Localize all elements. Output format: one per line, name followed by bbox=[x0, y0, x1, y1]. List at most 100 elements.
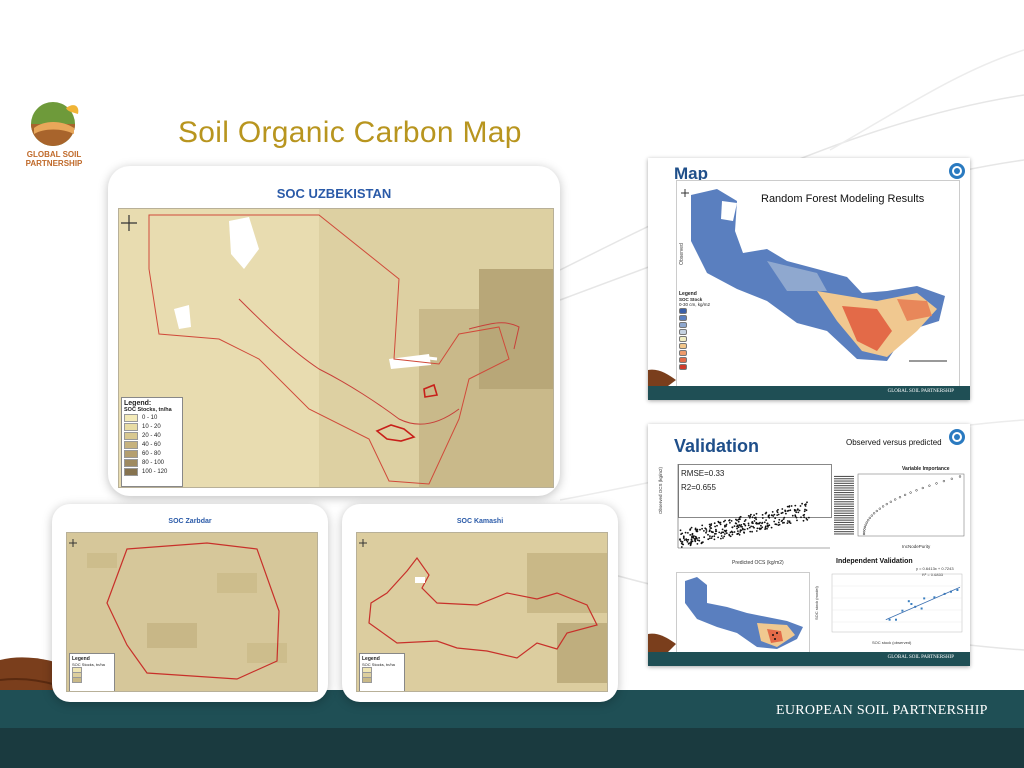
legend-item: 20 - 40 bbox=[124, 431, 180, 440]
scatter-point bbox=[714, 530, 717, 533]
scatter-point bbox=[767, 514, 770, 517]
scatter-point bbox=[681, 543, 684, 546]
vi-point bbox=[950, 477, 953, 480]
scatter-point bbox=[744, 519, 747, 521]
uzbekistan-map-title: SOC UZBEKISTAN bbox=[276, 186, 392, 201]
legend-label: 100 - 120 bbox=[142, 468, 168, 475]
scatter-point bbox=[696, 539, 699, 541]
legend-item: 10 - 20 bbox=[124, 422, 180, 431]
scatter-point bbox=[776, 510, 778, 512]
independent-validation-chart: Independent Validation y = 0.6413x + 0.7… bbox=[810, 556, 966, 652]
vi-point bbox=[928, 484, 931, 487]
rf-legend-item bbox=[679, 357, 719, 363]
vi-label-mark bbox=[834, 480, 854, 482]
scatter-point bbox=[794, 515, 797, 518]
scatter-point bbox=[765, 519, 767, 521]
scatter-point bbox=[680, 546, 683, 548]
rf-legend-item bbox=[679, 350, 719, 356]
scatter-point bbox=[768, 524, 771, 527]
scatter-point bbox=[795, 511, 798, 514]
scatter-point bbox=[791, 514, 794, 517]
legend-label: 80 - 100 bbox=[142, 459, 165, 466]
footer-text: EUROPEAN SOIL PARTNERSHIP bbox=[776, 703, 988, 718]
scatter-point bbox=[725, 529, 728, 532]
scatter-point bbox=[783, 521, 785, 524]
rf-legend-item bbox=[679, 322, 719, 328]
scatter-xlabel: Predicted OCS (kg/m2) bbox=[732, 560, 784, 566]
vi-label-mark bbox=[834, 519, 854, 521]
scatter-point bbox=[764, 528, 766, 530]
scatter-point bbox=[733, 531, 736, 533]
vi-label-mark bbox=[834, 478, 854, 480]
scatter-point bbox=[736, 532, 739, 535]
scatter-point bbox=[805, 517, 808, 520]
rf-legend-swatch bbox=[679, 343, 687, 349]
scatter-point bbox=[802, 514, 805, 517]
scatter-point bbox=[766, 522, 769, 525]
rf-legend-item bbox=[679, 343, 719, 349]
scatter-point bbox=[808, 516, 810, 519]
legend-swatch bbox=[124, 458, 138, 467]
vi-label-mark bbox=[834, 524, 854, 526]
vi-point bbox=[921, 486, 924, 490]
indep-point bbox=[907, 600, 910, 603]
scatter-point bbox=[719, 521, 722, 524]
scatter-point bbox=[741, 527, 744, 530]
scatter-point bbox=[759, 521, 761, 524]
scatter-point bbox=[681, 532, 684, 535]
scatter-point bbox=[755, 521, 758, 524]
scatter-point bbox=[722, 531, 725, 534]
indep-ylabel: SOC stock (model) bbox=[814, 586, 819, 620]
vi-label-mark bbox=[834, 501, 854, 503]
vi-point bbox=[863, 525, 867, 529]
scatter-point bbox=[753, 517, 756, 519]
scatter-point bbox=[715, 528, 717, 531]
scatter-point bbox=[696, 530, 698, 533]
vi-point bbox=[909, 491, 912, 494]
scatter-point bbox=[724, 519, 726, 522]
vi-point bbox=[865, 521, 868, 524]
scatter-point bbox=[734, 522, 737, 524]
vi-point bbox=[868, 516, 871, 520]
scatter-point bbox=[780, 512, 783, 515]
legend-label: 40 - 60 bbox=[142, 441, 161, 448]
scatter-point bbox=[691, 532, 694, 535]
vi-label-mark bbox=[834, 475, 854, 477]
uzbekistan-map-card: SOC UZBEKISTAN Legend: SOC Stocks, tn/ha… bbox=[108, 166, 560, 496]
scatter-point bbox=[720, 537, 722, 540]
vi-point bbox=[863, 528, 866, 531]
vi-point bbox=[903, 493, 907, 497]
vi-graphic bbox=[834, 473, 965, 537]
vi-label-mark bbox=[834, 494, 854, 496]
rf-legend-swatch bbox=[679, 357, 687, 363]
scatter-point bbox=[690, 538, 693, 540]
scatter-point bbox=[718, 531, 721, 534]
scatter-point bbox=[796, 519, 798, 522]
vi-point bbox=[889, 500, 892, 503]
scatter-point bbox=[716, 524, 718, 527]
rf-legend-item bbox=[679, 336, 719, 342]
scatter-point bbox=[713, 538, 716, 541]
scatter-point bbox=[720, 535, 723, 537]
scatter-point bbox=[701, 527, 703, 530]
scatter-point bbox=[773, 520, 776, 523]
uzbekistan-map-graphic bbox=[119, 209, 553, 487]
scatter-point bbox=[711, 531, 714, 534]
validation-subtitle: Observed versus predicted bbox=[846, 438, 942, 447]
scatter-point bbox=[784, 509, 786, 512]
scatter-point bbox=[751, 516, 754, 519]
vi-label-mark bbox=[834, 508, 854, 510]
scatter-point bbox=[684, 531, 687, 534]
vi-label-mark bbox=[834, 492, 854, 494]
scatter-point bbox=[737, 520, 740, 523]
scatter-point bbox=[789, 509, 792, 512]
scatter-point bbox=[705, 531, 707, 534]
scatter-point bbox=[761, 526, 764, 529]
legend-item: 60 - 80 bbox=[124, 449, 180, 458]
vi-label-mark bbox=[834, 515, 854, 517]
legend-label: 20 - 40 bbox=[142, 432, 161, 439]
scatter-point bbox=[683, 539, 686, 541]
scatter-point bbox=[786, 522, 789, 524]
indep-graphic bbox=[831, 573, 963, 633]
hand-decoration bbox=[648, 633, 676, 652]
